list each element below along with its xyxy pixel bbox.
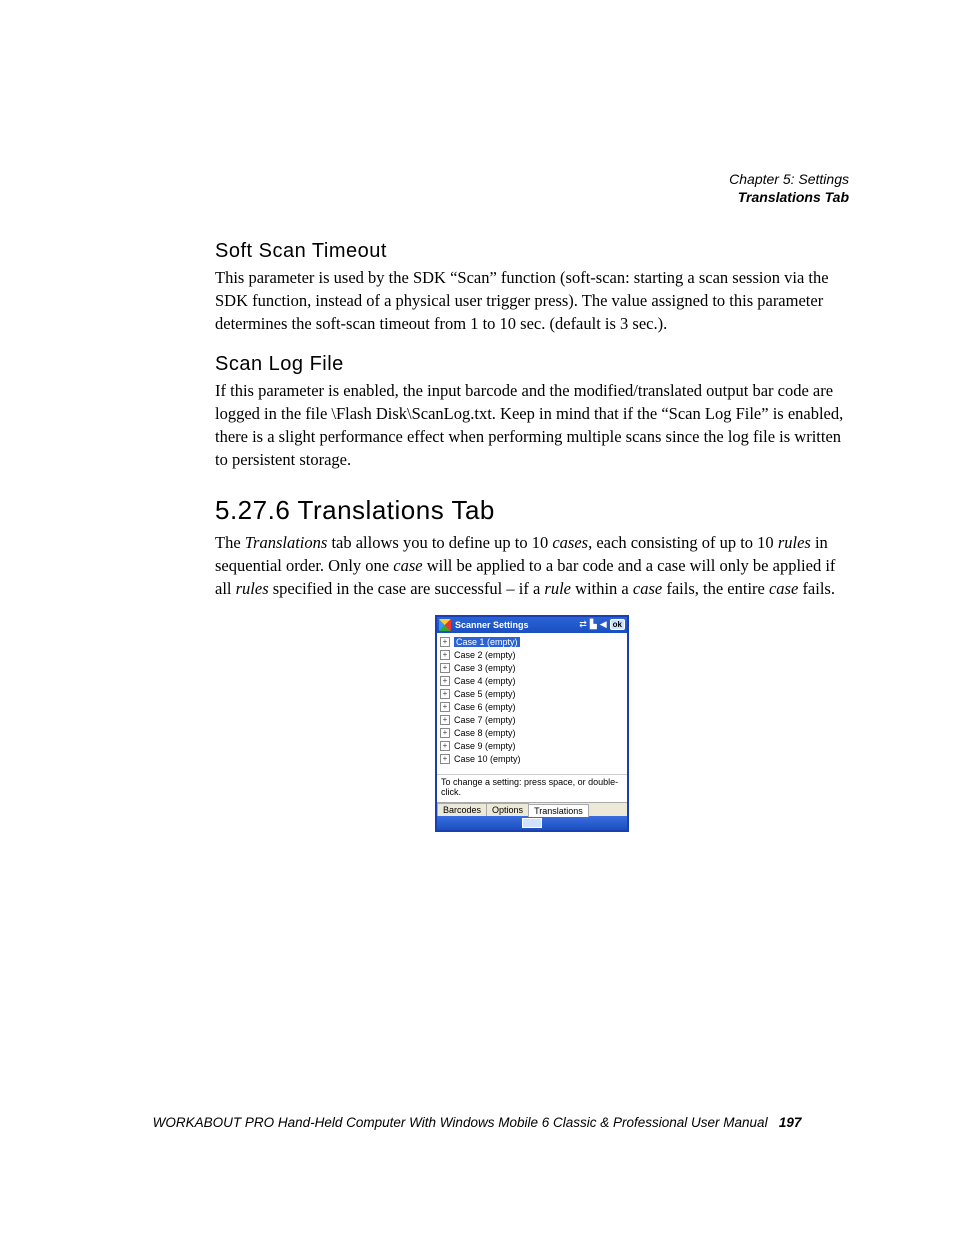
expand-icon[interactable]: + [440, 663, 450, 673]
heading-scan-log-file: Scan Log File [215, 353, 849, 376]
expand-icon[interactable]: + [440, 715, 450, 725]
tree-item[interactable]: +Case 6 (empty) [440, 701, 624, 714]
expand-icon[interactable]: + [440, 689, 450, 699]
tree-item[interactable]: +Case 3 (empty) [440, 662, 624, 675]
tree-item[interactable]: +Case 1 (empty) [440, 636, 624, 649]
running-header: Chapter 5: Settings Translations Tab [729, 170, 849, 206]
hint-text: To change a setting: press space, or dou… [437, 774, 627, 803]
window-title: Scanner Settings [455, 620, 579, 630]
tab-translations[interactable]: Translations [528, 804, 589, 817]
tree-item[interactable]: +Case 2 (empty) [440, 649, 624, 662]
scanner-settings-screenshot: Scanner Settings ⇄ ▙ ◀ ok +Case 1 (empty… [435, 615, 629, 833]
expand-icon[interactable]: + [440, 650, 450, 660]
ok-button[interactable]: ok [610, 619, 625, 630]
heading-soft-scan-timeout: Soft Scan Timeout [215, 240, 849, 263]
page-content: Soft Scan Timeout This parameter is used… [215, 240, 849, 832]
sip-bar [437, 816, 627, 830]
paragraph-soft-scan-timeout: This parameter is used by the SDK “Scan”… [215, 267, 849, 335]
system-tray: ⇄ ▙ ◀ ok [579, 619, 625, 630]
expand-icon[interactable]: + [440, 728, 450, 738]
expand-icon[interactable]: + [440, 702, 450, 712]
heading-translations-tab: 5.27.6 Translations Tab [215, 495, 849, 526]
tab-barcodes[interactable]: Barcodes [437, 803, 487, 816]
tab-options[interactable]: Options [486, 803, 529, 816]
connectivity-icon[interactable]: ⇄ [579, 619, 587, 630]
device-titlebar: Scanner Settings ⇄ ▙ ◀ ok [437, 617, 627, 633]
page-footer: WORKABOUT PRO Hand-Held Computer With Wi… [0, 1115, 954, 1130]
tree-item[interactable]: +Case 5 (empty) [440, 688, 624, 701]
chapter-label: Chapter 5: Settings [729, 170, 849, 188]
tree-item[interactable]: +Case 8 (empty) [440, 727, 624, 740]
keyboard-icon[interactable] [522, 818, 542, 828]
expand-icon[interactable]: + [440, 676, 450, 686]
paragraph-translations: The Translations tab allows you to defin… [215, 532, 849, 600]
tree-item[interactable]: +Case 4 (empty) [440, 675, 624, 688]
expand-icon[interactable]: + [440, 741, 450, 751]
tree-item[interactable]: +Case 7 (empty) [440, 714, 624, 727]
case-tree: +Case 1 (empty) +Case 2 (empty) +Case 3 … [437, 633, 627, 774]
signal-icon[interactable]: ▙ [590, 619, 597, 630]
paragraph-scan-log-file: If this parameter is enabled, the input … [215, 380, 849, 471]
tree-item[interactable]: +Case 10 (empty) [440, 753, 624, 766]
footer-text: WORKABOUT PRO Hand-Held Computer With Wi… [153, 1115, 768, 1130]
section-label: Translations Tab [729, 188, 849, 206]
speaker-icon[interactable]: ◀ [600, 619, 607, 630]
page-number: 197 [779, 1115, 802, 1130]
start-icon[interactable] [439, 619, 451, 631]
tree-item[interactable]: +Case 9 (empty) [440, 740, 624, 753]
expand-icon[interactable]: + [440, 637, 450, 647]
expand-icon[interactable]: + [440, 754, 450, 764]
tab-bar: Barcodes Options Translations [437, 802, 627, 816]
